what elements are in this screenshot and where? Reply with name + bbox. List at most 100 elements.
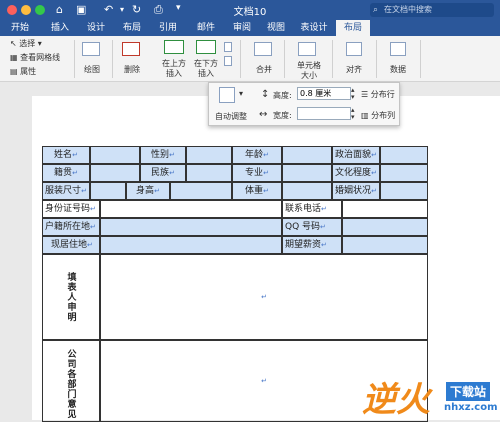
ribbon-toolbar: ↖ 选择 ▾ ▦ 查看网格线 ▤ 属性 绘图 删除 在上方 插入 在下方 插入 … xyxy=(0,36,500,82)
label-political: 政治面貌↵ xyxy=(332,146,380,164)
ribbon-separator xyxy=(420,40,421,78)
tab-insert[interactable]: 插入 xyxy=(44,20,76,36)
width-stepper[interactable]: ▴ ▾ xyxy=(351,107,355,121)
value-weight[interactable] xyxy=(282,182,332,200)
label-dept-opinion: 公司各部门意见 xyxy=(42,340,100,422)
label-age: 年龄↵ xyxy=(232,146,282,164)
tab-view[interactable]: 视图 xyxy=(260,20,292,36)
value-name[interactable] xyxy=(90,146,140,164)
value-native[interactable] xyxy=(90,164,140,182)
title-bar: ⌂ ▣ ↶ ▾ ↻ ⎙ ▾ 文档10 ⌕ 在文档中搜索 xyxy=(0,0,500,20)
merge-icon[interactable] xyxy=(254,42,272,56)
height-field[interactable] xyxy=(297,87,351,100)
label-ethnicity: 民族↵ xyxy=(140,164,186,182)
tab-table-layout[interactable]: 布局 xyxy=(336,20,370,36)
distribute-rows-button[interactable]: ☰ 分布行 xyxy=(361,89,395,100)
watermark-site: 下载站 xyxy=(446,382,491,401)
search-input[interactable]: ⌕ 在文档中搜索 xyxy=(370,3,494,17)
align-label[interactable]: 对齐 xyxy=(340,64,368,75)
tab-design[interactable]: 设计 xyxy=(80,20,112,36)
ribbon-separator xyxy=(332,40,333,78)
row-height-icon: ↕ xyxy=(261,89,270,100)
insert-left-icon[interactable] xyxy=(224,42,232,52)
value-age[interactable] xyxy=(282,146,332,164)
value-political[interactable] xyxy=(380,146,428,164)
value-declaration[interactable]: ↵ xyxy=(100,254,428,340)
ribbon-separator xyxy=(376,40,377,78)
autofit-icon[interactable] xyxy=(219,87,235,103)
draw-label[interactable]: 绘图 xyxy=(80,64,104,75)
value-height[interactable] xyxy=(170,182,232,200)
height-label: 高度: xyxy=(273,91,292,100)
ribbon-separator xyxy=(112,40,113,78)
value-contact[interactable] xyxy=(342,200,428,218)
label-qq: QQ 号码↵ xyxy=(282,218,342,236)
tab-home[interactable]: 开始 xyxy=(4,20,36,36)
value-address[interactable] xyxy=(100,236,282,254)
declaration-text: 填表人申明 xyxy=(65,272,76,322)
value-qq[interactable] xyxy=(342,218,428,236)
tab-references[interactable]: 引用 xyxy=(152,20,184,36)
height-stepper[interactable]: ▴ ▾ xyxy=(351,87,355,101)
value-education[interactable] xyxy=(380,164,428,182)
label-hukou: 户籍所在地↵ xyxy=(42,218,100,236)
column-width-icon: ↔ xyxy=(259,109,268,120)
tab-review[interactable]: 审阅 xyxy=(226,20,258,36)
ribbon-tab-bar: 开始 插入 设计 布局 引用 邮件 审阅 视图 表设计 布局 xyxy=(0,20,500,36)
autofit-label[interactable]: 自动调整 xyxy=(215,111,247,122)
value-clothing[interactable] xyxy=(90,182,126,200)
label-contact: 联系电话↵ xyxy=(282,200,342,218)
label-declaration: 填表人申明 xyxy=(42,254,100,340)
value-ethnicity[interactable] xyxy=(186,164,232,182)
delete-icon[interactable] xyxy=(122,42,140,56)
value-salary[interactable] xyxy=(342,236,428,254)
distribute-cols-label: 分布列 xyxy=(371,111,396,120)
view-gridlines-button[interactable]: ▦ 查看网格线 xyxy=(10,52,60,63)
insert-below-line2[interactable]: 插入 xyxy=(192,68,220,79)
tab-mailings[interactable]: 邮件 xyxy=(190,20,222,36)
draw-table-icon[interactable] xyxy=(82,42,100,56)
dept-opinion-text: 公司各部门意见 xyxy=(65,349,76,419)
cell-size-line2[interactable]: 大小 xyxy=(292,70,326,81)
insert-right-icon[interactable] xyxy=(224,56,232,66)
distribute-columns-button[interactable]: ▥ 分布列 xyxy=(361,110,395,121)
autofit-dropdown-icon[interactable]: ▾ xyxy=(239,89,243,98)
label-weight: 体重↵ xyxy=(232,182,282,200)
ribbon-separator xyxy=(284,40,285,78)
value-hukou[interactable] xyxy=(100,218,282,236)
label-native: 籍贯↵ xyxy=(42,164,90,182)
merge-label[interactable]: 合并 xyxy=(250,64,278,75)
cell-size-popup: ▾ 自动调整 ↕ 高度: ▴▾ ↔ 宽度: ▴▾ ☰ 分布行 ▥ 分布列 xyxy=(208,82,400,126)
label-gender: 性别↵ xyxy=(140,146,186,164)
label-name: 姓名↵ xyxy=(42,146,90,164)
ribbon-separator xyxy=(74,40,75,78)
search-icon: ⌕ xyxy=(373,5,379,15)
label-major: 专业↵ xyxy=(232,164,282,182)
insert-above-icon[interactable] xyxy=(164,40,184,54)
width-field[interactable] xyxy=(297,107,351,120)
value-major[interactable] xyxy=(282,164,332,182)
label-clothing: 服装尺寸↵ xyxy=(42,182,90,200)
watermark-logo: 逆火 xyxy=(362,380,430,420)
data-label[interactable]: 数据 xyxy=(384,64,412,75)
width-label: 宽度: xyxy=(273,111,292,120)
tab-table-design[interactable]: 表设计 xyxy=(292,20,336,36)
value-gender[interactable] xyxy=(186,146,232,164)
data-icon[interactable] xyxy=(390,42,406,56)
value-marital[interactable] xyxy=(380,182,428,200)
gridlines-label: 查看网格线 xyxy=(20,53,61,62)
insert-below-icon[interactable] xyxy=(196,40,216,54)
ribbon-separator xyxy=(240,40,241,78)
delete-label[interactable]: 删除 xyxy=(120,64,144,75)
properties-button[interactable]: ▤ 属性 xyxy=(10,66,36,77)
select-button[interactable]: ↖ 选择 ▾ xyxy=(10,38,42,49)
label-address: 现居住地↵ xyxy=(42,236,100,254)
insert-above-line2[interactable]: 插入 xyxy=(160,68,188,79)
align-icon[interactable] xyxy=(346,42,362,56)
label-salary: 期望薪资↵ xyxy=(282,236,342,254)
tab-page-layout[interactable]: 布局 xyxy=(116,20,148,36)
distribute-rows-label: 分布行 xyxy=(370,90,395,99)
value-id-number[interactable] xyxy=(100,200,282,218)
select-label: 选择 xyxy=(19,39,36,48)
cell-size-icon[interactable] xyxy=(298,42,316,56)
